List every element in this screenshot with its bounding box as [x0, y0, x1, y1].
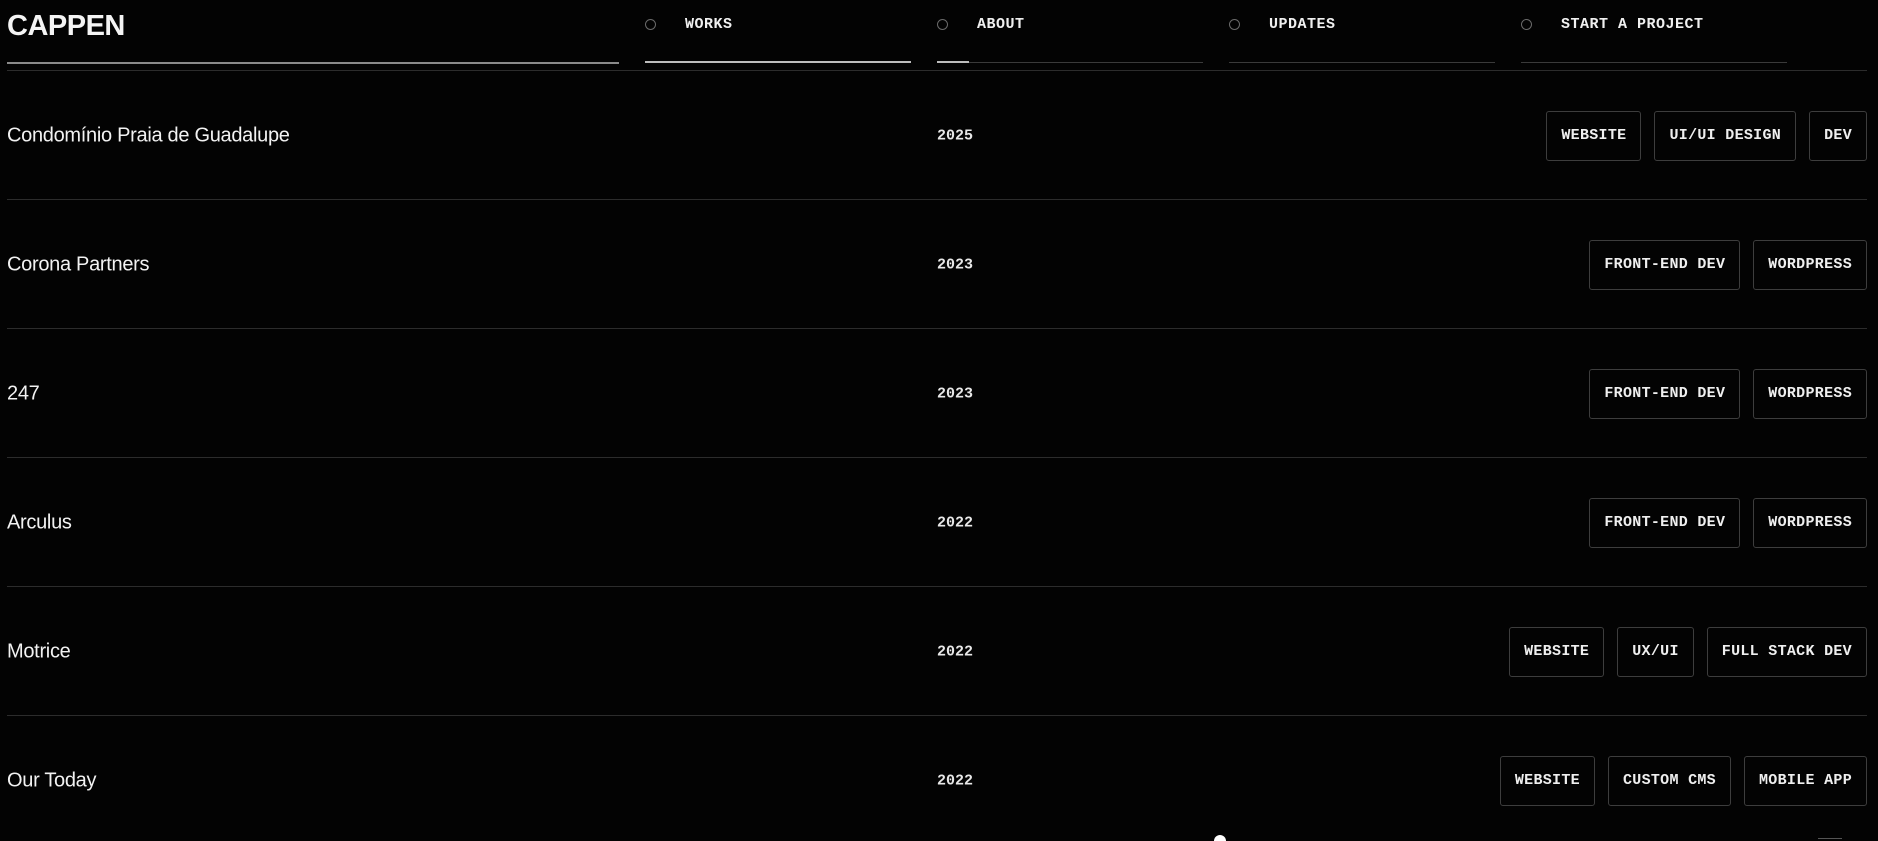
- work-tags: WEBSITE UI/UI DESIGN DEV: [1546, 110, 1867, 161]
- tag-chip[interactable]: WEBSITE: [1509, 626, 1605, 677]
- tag-chip[interactable]: FRONT-END DEV: [1589, 368, 1741, 419]
- work-row[interactable]: 247 2023 FRONT-END DEV WORDPRESS: [0, 329, 1878, 458]
- tag-chip[interactable]: WORDPRESS: [1753, 497, 1867, 548]
- nav-item-updates[interactable]: UPDATES: [1229, 0, 1495, 66]
- tag-chip[interactable]: WORDPRESS: [1753, 239, 1867, 290]
- work-tags: FRONT-END DEV WORDPRESS: [1589, 239, 1867, 290]
- work-tags: WEBSITE UX/UI FULL STACK DEV: [1509, 626, 1867, 677]
- nav-item-works[interactable]: WORKS: [645, 0, 911, 66]
- work-title: Corona Partners: [7, 253, 150, 275]
- work-year: 2025: [937, 127, 974, 144]
- tag-chip[interactable]: WORDPRESS: [1753, 368, 1867, 419]
- work-year: 2023: [937, 385, 974, 402]
- tag-chip[interactable]: WEBSITE: [1546, 110, 1642, 161]
- tag-chip[interactable]: UI/UI DESIGN: [1654, 110, 1797, 161]
- work-title: Motrice: [7, 640, 71, 662]
- circle-icon: [1521, 19, 1532, 30]
- work-title: Condomínio Praia de Guadalupe: [7, 124, 290, 146]
- nav-label: ABOUT: [977, 16, 1025, 33]
- work-tags: WEBSITE CUSTOM CMS MOBILE APP: [1499, 755, 1867, 806]
- tag-chip[interactable]: FRONT-END DEV: [1589, 239, 1741, 290]
- nav-item-start-a-project[interactable]: START A PROJECT: [1521, 0, 1787, 66]
- work-year: 2023: [937, 256, 974, 273]
- work-row[interactable]: Motrice 2022 WEBSITE UX/UI FULL STACK DE…: [0, 587, 1878, 716]
- work-title: 247: [7, 382, 40, 404]
- circle-icon: [1229, 19, 1240, 30]
- work-year: 2022: [937, 514, 974, 531]
- work-title: Our Today: [7, 769, 97, 791]
- tag-chip[interactable]: UX/UI: [1617, 626, 1694, 677]
- brand-logo[interactable]: CAPPEN: [7, 9, 125, 43]
- work-row[interactable]: Corona Partners 2023 FRONT-END DEV WORDP…: [0, 200, 1878, 329]
- work-row[interactable]: Condomínio Praia de Guadalupe 2025 WEBSI…: [0, 71, 1878, 200]
- tag-chip[interactable]: WEBSITE: [1499, 755, 1595, 806]
- corner-mark: [1818, 838, 1842, 839]
- logo-underline: [7, 62, 619, 64]
- nav-label: WORKS: [685, 16, 733, 33]
- work-row[interactable]: Arculus 2022 FRONT-END DEV WORDPRESS: [0, 458, 1878, 587]
- work-row[interactable]: Our Today 2022 WEBSITE CUSTOM CMS MOBILE…: [0, 716, 1878, 841]
- nav-track: [937, 62, 1203, 63]
- work-title: Arculus: [7, 511, 72, 533]
- work-tags: FRONT-END DEV WORDPRESS: [1589, 368, 1867, 419]
- tag-chip[interactable]: CUSTOM CMS: [1607, 755, 1731, 806]
- tag-chip[interactable]: FRONT-END DEV: [1589, 497, 1741, 548]
- tag-chip[interactable]: DEV: [1809, 110, 1867, 161]
- nav-label: UPDATES: [1269, 16, 1336, 33]
- tag-chip[interactable]: MOBILE APP: [1743, 755, 1867, 806]
- work-year: 2022: [937, 643, 974, 660]
- nav-track: [1229, 62, 1495, 63]
- work-tags: FRONT-END DEV WORDPRESS: [1589, 497, 1867, 548]
- site-header: CAPPEN WORKS ABOUT UPDATES START A PROJE…: [0, 0, 1878, 66]
- nav-track: [1521, 62, 1787, 63]
- nav-item-about[interactable]: ABOUT: [937, 0, 1203, 66]
- circle-icon: [645, 19, 656, 30]
- scroll-handle[interactable]: [1214, 835, 1226, 841]
- work-year: 2022: [937, 772, 974, 789]
- works-list: Condomínio Praia de Guadalupe 2025 WEBSI…: [0, 71, 1878, 841]
- tag-chip[interactable]: FULL STACK DEV: [1706, 626, 1867, 677]
- nav-label: START A PROJECT: [1561, 16, 1704, 33]
- circle-icon: [937, 19, 948, 30]
- nav-progress-bar: [937, 61, 969, 63]
- nav-progress-bar: [645, 61, 911, 63]
